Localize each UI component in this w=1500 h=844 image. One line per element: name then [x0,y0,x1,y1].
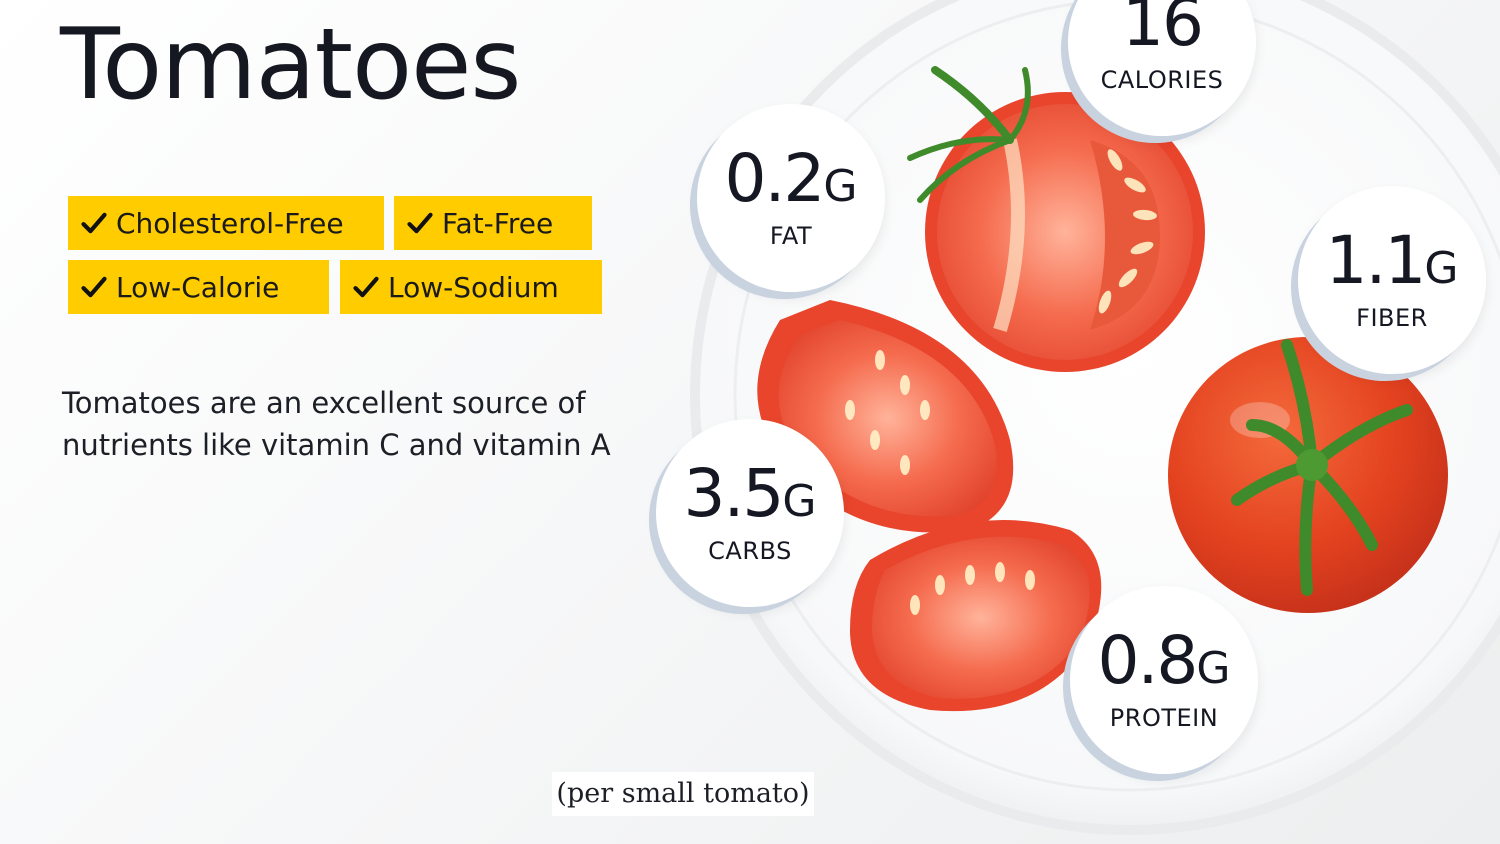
fiber-badge: 1.1G FIBER [1298,186,1486,374]
protein-value: 0.8G [1097,622,1231,699]
nutrition-infographic: Tomatoes Cholesterol-Free Fat-Free Low-C… [0,0,1500,844]
tag-label: Cholesterol-Free [116,206,344,240]
tag-label: Fat-Free [442,206,554,240]
fiber-value: 1.1G [1325,222,1459,299]
protein-badge: 0.8G PROTEIN [1070,586,1258,774]
carbs-label: CARBS [708,537,792,565]
page-title: Tomatoes [60,8,521,122]
tag-low-sodium: Low-Sodium [340,260,602,314]
protein-label: PROTEIN [1109,704,1219,732]
fat-label: FAT [769,222,813,250]
tag-label: Low-Calorie [116,270,280,304]
fat-value: 0.2G [724,140,858,217]
check-icon [81,276,107,298]
tag-cholesterol-free: Cholesterol-Free [68,196,384,250]
calories-label: CALORIES [1100,66,1224,94]
whole-tomato [1168,337,1448,613]
tag-fat-free: Fat-Free [394,196,592,250]
check-icon [353,276,379,298]
check-icon [81,212,107,234]
carbs-value: 3.5G [683,455,817,532]
check-icon [407,212,433,234]
tag-label: Low-Sodium [388,270,559,304]
serving-footnote: (per small tomato) [552,772,814,816]
description: Tomatoes are an excellent source of nutr… [62,386,611,462]
fat-badge: 0.2G FAT [697,104,885,292]
tag-low-calorie: Low-Calorie [68,260,329,314]
carbs-badge: 3.5G CARBS [656,419,844,607]
calories-value: 16 [1122,0,1204,61]
fiber-label: FIBER [1356,304,1428,332]
